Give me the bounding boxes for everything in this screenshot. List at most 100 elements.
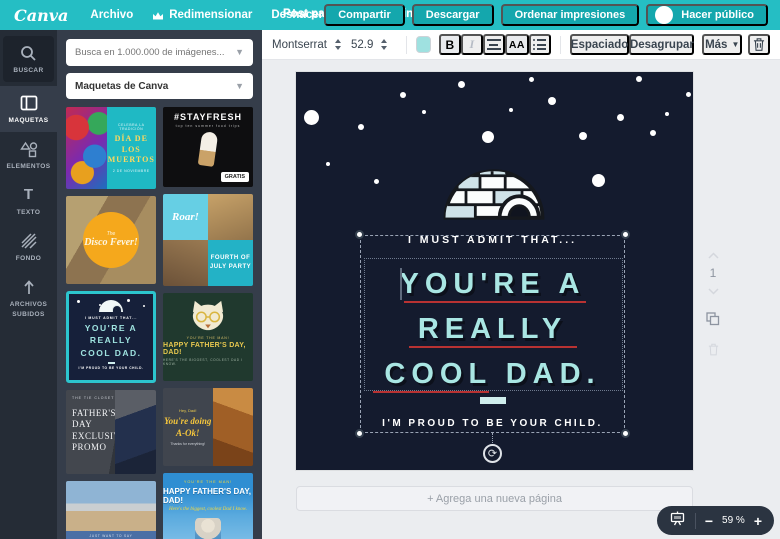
template-fourth-of-july[interactable]: Roar! FOURTH OF JULY PARTY [163,194,253,286]
text-toolbar: Montserrat 52.9 B I AA Espaciado Desagru… [262,30,780,60]
ungroup-button[interactable]: Desagrupar [629,34,695,55]
align-center-icon [486,39,501,50]
template-tie-closet[interactable]: THE TIE CLOSET FATHER'S DAY EXCLUSIVE PR… [66,390,156,474]
font-family-select[interactable]: Montserrat [272,39,327,51]
list-icon [533,39,547,50]
sidebar-item-buscar[interactable]: BUSCAR [3,36,54,83]
beach-photo [66,481,156,532]
text-icon: T [23,186,34,204]
template-column-left: CELEBRA LA TRADICIÓN DÍA DE LOS MUERTOS … [66,107,156,539]
resize-handle-bottom-right[interactable] [621,429,630,438]
color-swatch[interactable] [416,36,432,53]
sidebar-item-archivos-subidos[interactable]: ARCHIVOS SUBIDOS [0,270,57,325]
templates-panel: ▼ Maquetas de Canva ▼ CELEBRA LA TRADICI… [57,30,262,539]
spellcheck-underline [404,301,586,303]
avatar[interactable] [655,6,674,24]
sidebar-item-fondo[interactable]: FONDO [0,224,57,270]
divider [559,35,561,54]
mini-igloo [99,300,123,312]
divider [694,512,696,529]
sidebar-item-texto[interactable]: T TEXTO [0,178,57,224]
compartir-button[interactable]: Compartir [324,4,405,26]
italic-button[interactable]: I [460,34,483,55]
presentation-icon[interactable] [669,511,686,531]
ordenar-impresiones-button[interactable]: Ordenar impresiones [500,4,640,26]
igloo-illustration[interactable] [438,146,550,226]
text-cursor [400,268,402,300]
menu-archivo[interactable]: Archivo [90,9,133,21]
uppercase-button[interactable]: AA [504,34,529,55]
zoom-out-button[interactable]: − [705,514,713,528]
man-photo [114,390,156,474]
dad-photo [195,518,221,539]
template-dia-de-los-muertos[interactable]: CELEBRA LA TRADICIÓN DÍA DE LOS MUERTOS … [66,107,156,189]
search-icon [20,44,37,62]
move-page-up-button[interactable] [707,246,719,264]
category-dropdown[interactable]: Maquetas de Canva ▼ [66,73,253,99]
template-a-ok[interactable]: Hey, Dad! You're doing A-Ok! Thanks for … [163,388,253,466]
fox-illustration [192,300,224,331]
delete-page-button[interactable] [708,343,719,361]
resize-handle-bottom-left[interactable] [355,429,364,438]
template-grid: CELEBRA LA TRADICIÓN DÍA DE LOS MUERTOS … [66,107,253,539]
crown-icon [152,6,164,24]
spellcheck-underline [373,391,489,393]
sidebar-item-elementos[interactable]: ELEMENTOS [0,132,57,178]
list-button[interactable] [528,34,551,55]
upload-arrow-icon [22,278,36,296]
chevron-down-icon: ▼ [731,40,740,49]
sidenav: BUSCAR MAQUETAS ELEMENTOS T TEXTO FONDO … [0,30,57,539]
image-search-box[interactable]: ▼ [66,39,253,66]
move-page-down-button[interactable] [707,282,719,300]
search-input[interactable] [75,47,236,58]
zoom-value: 59 % [722,515,745,526]
font-size-stepper[interactable] [381,39,388,50]
canva-app: Canva Archivo Redimensionar Deshacer Reh… [0,0,780,539]
spacing-button[interactable]: Espaciado [569,34,630,55]
zoom-in-button[interactable]: + [754,514,762,528]
dash-divider[interactable] [480,397,506,404]
canvas-top-line[interactable]: I MUST ADMIT THAT... [360,234,625,246]
descargar-button[interactable]: Descargar [411,4,494,26]
template-fox[interactable]: YOU'RE THE MAN! HAPPY FATHER'S DAY, DAD!… [163,293,253,381]
canvas-bottom-line[interactable]: I'M PROUD TO BE YOUR CHILD. [360,418,625,429]
template-stayfresh[interactable]: #STAYFRESH top ten summer food trips GRA… [163,107,253,187]
template-disco-fever[interactable]: The Disco Fever! [66,196,156,284]
canvas-headline[interactable]: YOU'RE A REALLY COOL DAD. [350,262,635,397]
hacer-publico-button[interactable]: Hacer público [646,4,768,26]
menu-redimensionar[interactable]: Redimensionar [152,6,252,24]
disco-circle: The Disco Fever! [83,212,139,268]
more-button[interactable]: Más ▼ [702,34,742,55]
divider [406,35,408,54]
layouts-icon [20,94,38,112]
page-number: 1 [709,266,717,280]
template-beach-fathers-day[interactable]: JUST WANT TO SAY HAPPY FATHER'S DAY! FRO… [66,481,156,539]
sidebar-item-maquetas[interactable]: MAQUETAS [0,86,57,133]
gratis-badge: GRATIS [220,172,249,182]
zoom-controls: − 59 % + [656,506,774,535]
mini-dash [107,361,115,364]
canva-logo[interactable]: Canva [14,6,68,25]
rotate-handle[interactable]: ⟳ [483,444,502,463]
align-center-button[interactable] [482,34,505,55]
spellcheck-underline [409,346,577,348]
bold-button[interactable]: B [438,34,461,55]
chevron-down-icon: ▼ [235,80,244,91]
template-blue-sky[interactable]: YOU'RE THE MAN! HAPPY FATHER'S DAY, DAD!… [163,473,253,539]
snow-dot [77,300,80,303]
font-size-select[interactable]: 52.9 [351,39,373,51]
add-page-button[interactable]: + Agrega una nueva página [296,486,693,511]
background-icon [20,232,37,250]
template-cool-dad-selected[interactable]: I MUST ADMIT THAT... YOU'RE A REALLY COO… [66,291,156,383]
delete-button[interactable] [748,34,770,55]
canvas-page[interactable]: I MUST ADMIT THAT... YOU'RE A REALLY COO… [296,72,693,470]
skulls-photo [66,107,107,189]
topbar: Canva Archivo Redimensionar Deshacer Reh… [0,0,780,30]
dancers-photo [208,194,253,240]
snow-dot [143,305,145,307]
party-photo [163,240,208,286]
font-family-stepper[interactable] [334,39,341,50]
chevron-down-icon[interactable]: ▼ [235,48,244,57]
snow-dot [127,299,130,302]
duplicate-page-button[interactable] [706,312,720,331]
